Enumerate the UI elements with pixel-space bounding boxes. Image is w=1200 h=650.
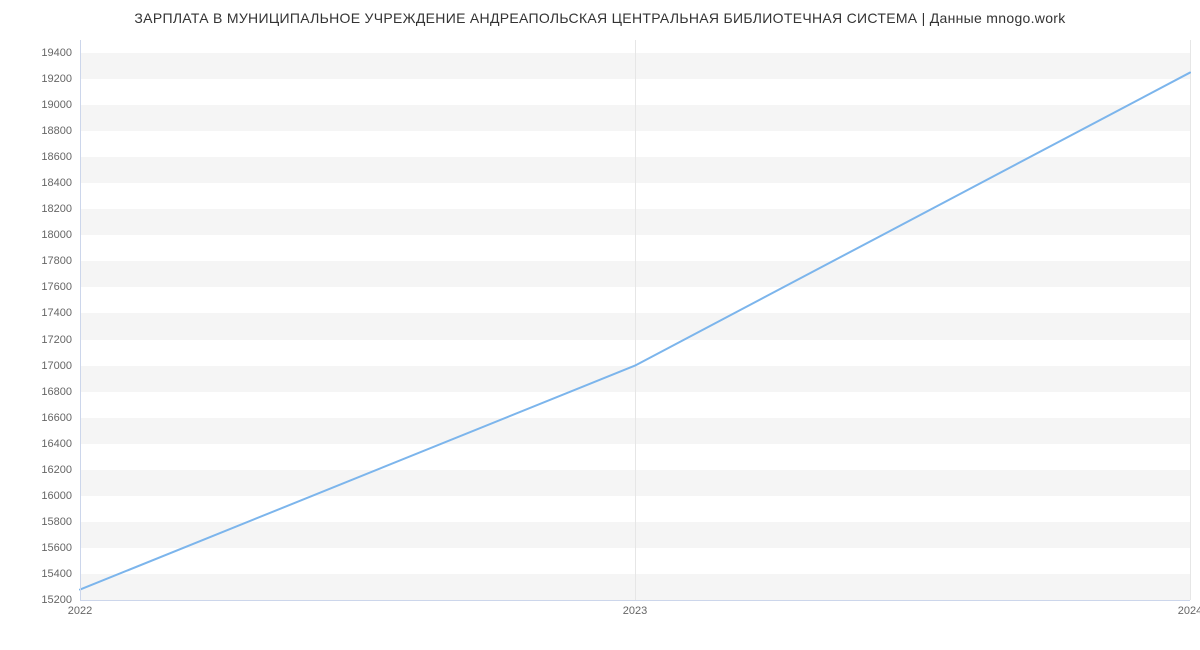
y-tick-label: 15200 — [2, 594, 72, 606]
y-tick-label: 17000 — [2, 360, 72, 372]
y-tick-label: 15600 — [2, 542, 72, 554]
y-tick-label: 17600 — [2, 281, 72, 293]
x-tick-label: 2023 — [623, 605, 647, 617]
series-line — [80, 73, 1190, 590]
y-tick-label: 16400 — [2, 438, 72, 450]
y-tick-label: 16200 — [2, 464, 72, 476]
y-tick-label: 17400 — [2, 307, 72, 319]
x-axis-line — [80, 600, 1190, 601]
y-tick-label: 18800 — [2, 125, 72, 137]
y-tick-label: 17800 — [2, 255, 72, 267]
chart-container: ЗАРПЛАТА В МУНИЦИПАЛЬНОЕ УЧРЕЖДЕНИЕ АНДР… — [0, 0, 1200, 650]
y-tick-label: 19200 — [2, 73, 72, 85]
y-tick-label: 18000 — [2, 229, 72, 241]
chart-title: ЗАРПЛАТА В МУНИЦИПАЛЬНОЕ УЧРЕЖДЕНИЕ АНДР… — [0, 10, 1200, 26]
y-tick-label: 19400 — [2, 47, 72, 59]
y-tick-label: 18400 — [2, 177, 72, 189]
y-axis-line — [80, 40, 81, 600]
y-tick-label: 16600 — [2, 412, 72, 424]
x-tick-label: 2024 — [1178, 605, 1200, 617]
y-tick-label: 16000 — [2, 490, 72, 502]
y-tick-label: 16800 — [2, 386, 72, 398]
y-tick-label: 18200 — [2, 203, 72, 215]
y-tick-label: 19000 — [2, 99, 72, 111]
grid-line-v — [1190, 40, 1191, 600]
plot-area — [80, 40, 1190, 600]
y-tick-label: 15400 — [2, 568, 72, 580]
y-tick-label: 17200 — [2, 334, 72, 346]
x-tick-label: 2022 — [68, 605, 92, 617]
line-layer — [80, 40, 1190, 600]
y-tick-label: 18600 — [2, 151, 72, 163]
y-tick-label: 15800 — [2, 516, 72, 528]
